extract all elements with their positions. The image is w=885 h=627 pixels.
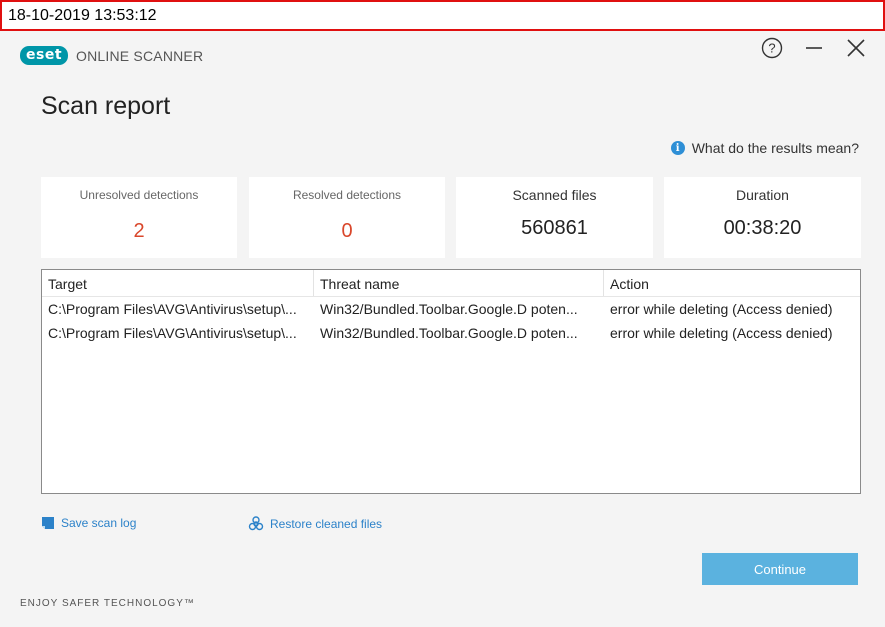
help-button[interactable]: ? [751, 37, 793, 59]
close-icon [847, 39, 865, 57]
scanned-files-card: Scanned files 560861 [456, 177, 653, 258]
footer-tagline: ENJOY SAFER TECHNOLOGY™ [20, 598, 195, 609]
duration-card: Duration 00:38:20 [664, 177, 861, 258]
cell-target: C:\Program Files\AVG\Antivirus\setup\... [48, 301, 297, 317]
results-help-label: What do the results mean? [691, 140, 859, 156]
minimize-icon [806, 47, 822, 49]
column-header-action[interactable]: Action [604, 270, 860, 296]
column-header-threat[interactable]: Threat name [314, 270, 604, 296]
duration-value: 00:38:20 [723, 217, 802, 239]
page-title: Scan report [41, 92, 171, 120]
cell-action: error while deleting (Access denied) [610, 325, 833, 341]
save-document-icon [42, 517, 54, 529]
product-name: ONLINE SCANNER [76, 47, 204, 64]
table-row[interactable]: C:\Program Files\AVG\Antivirus\setup\...… [42, 297, 860, 321]
column-header-target[interactable]: Target [42, 270, 314, 296]
stat-label: Scanned files [512, 187, 597, 203]
stat-label: Duration [736, 187, 789, 203]
info-icon: i [670, 141, 685, 155]
eset-logo: eset [20, 46, 69, 65]
cell-threat: Win32/Bundled.Toolbar.Google.D poten... [320, 301, 578, 317]
scanned-files-count: 560861 [521, 217, 588, 239]
restore-cleaned-files-label: Restore cleaned files [270, 517, 383, 531]
save-scan-log-label: Save scan log [61, 516, 137, 530]
table-header: Target Threat name Action [42, 270, 860, 297]
stat-label: Unresolved detections [79, 188, 199, 202]
continue-button[interactable]: Continue [702, 553, 858, 585]
stat-label: Resolved detections [292, 188, 402, 202]
results-help-link[interactable]: i What do the results mean? [670, 140, 859, 156]
cell-threat: Win32/Bundled.Toolbar.Google.D poten... [320, 325, 578, 341]
question-circle-icon: ? [761, 37, 783, 59]
resolved-count: 0 [341, 220, 353, 242]
brand: eset ONLINE SCANNER [20, 46, 203, 65]
detections-table[interactable]: Target Threat name Action C:\Program Fil… [41, 269, 861, 494]
cell-action: error while deleting (Access denied) [610, 301, 833, 317]
biohazard-icon [248, 516, 264, 531]
close-button[interactable] [835, 37, 877, 59]
minimize-button[interactable] [793, 37, 835, 59]
save-scan-log-link[interactable]: Save scan log [41, 516, 136, 530]
restore-cleaned-files-link[interactable]: Restore cleaned files [248, 516, 382, 532]
cell-target: C:\Program Files\AVG\Antivirus\setup\... [48, 325, 297, 341]
window-controls: ? [751, 37, 877, 59]
table-row[interactable]: C:\Program Files\AVG\Antivirus\setup\...… [42, 321, 860, 345]
unresolved-count: 2 [133, 220, 145, 242]
unresolved-detections-card: Unresolved detections 2 [41, 177, 237, 258]
svg-text:?: ? [768, 41, 775, 56]
timestamp-bar: 18-10-2019 13:53:12 [0, 0, 885, 31]
resolved-detections-card: Resolved detections 0 [249, 177, 445, 258]
